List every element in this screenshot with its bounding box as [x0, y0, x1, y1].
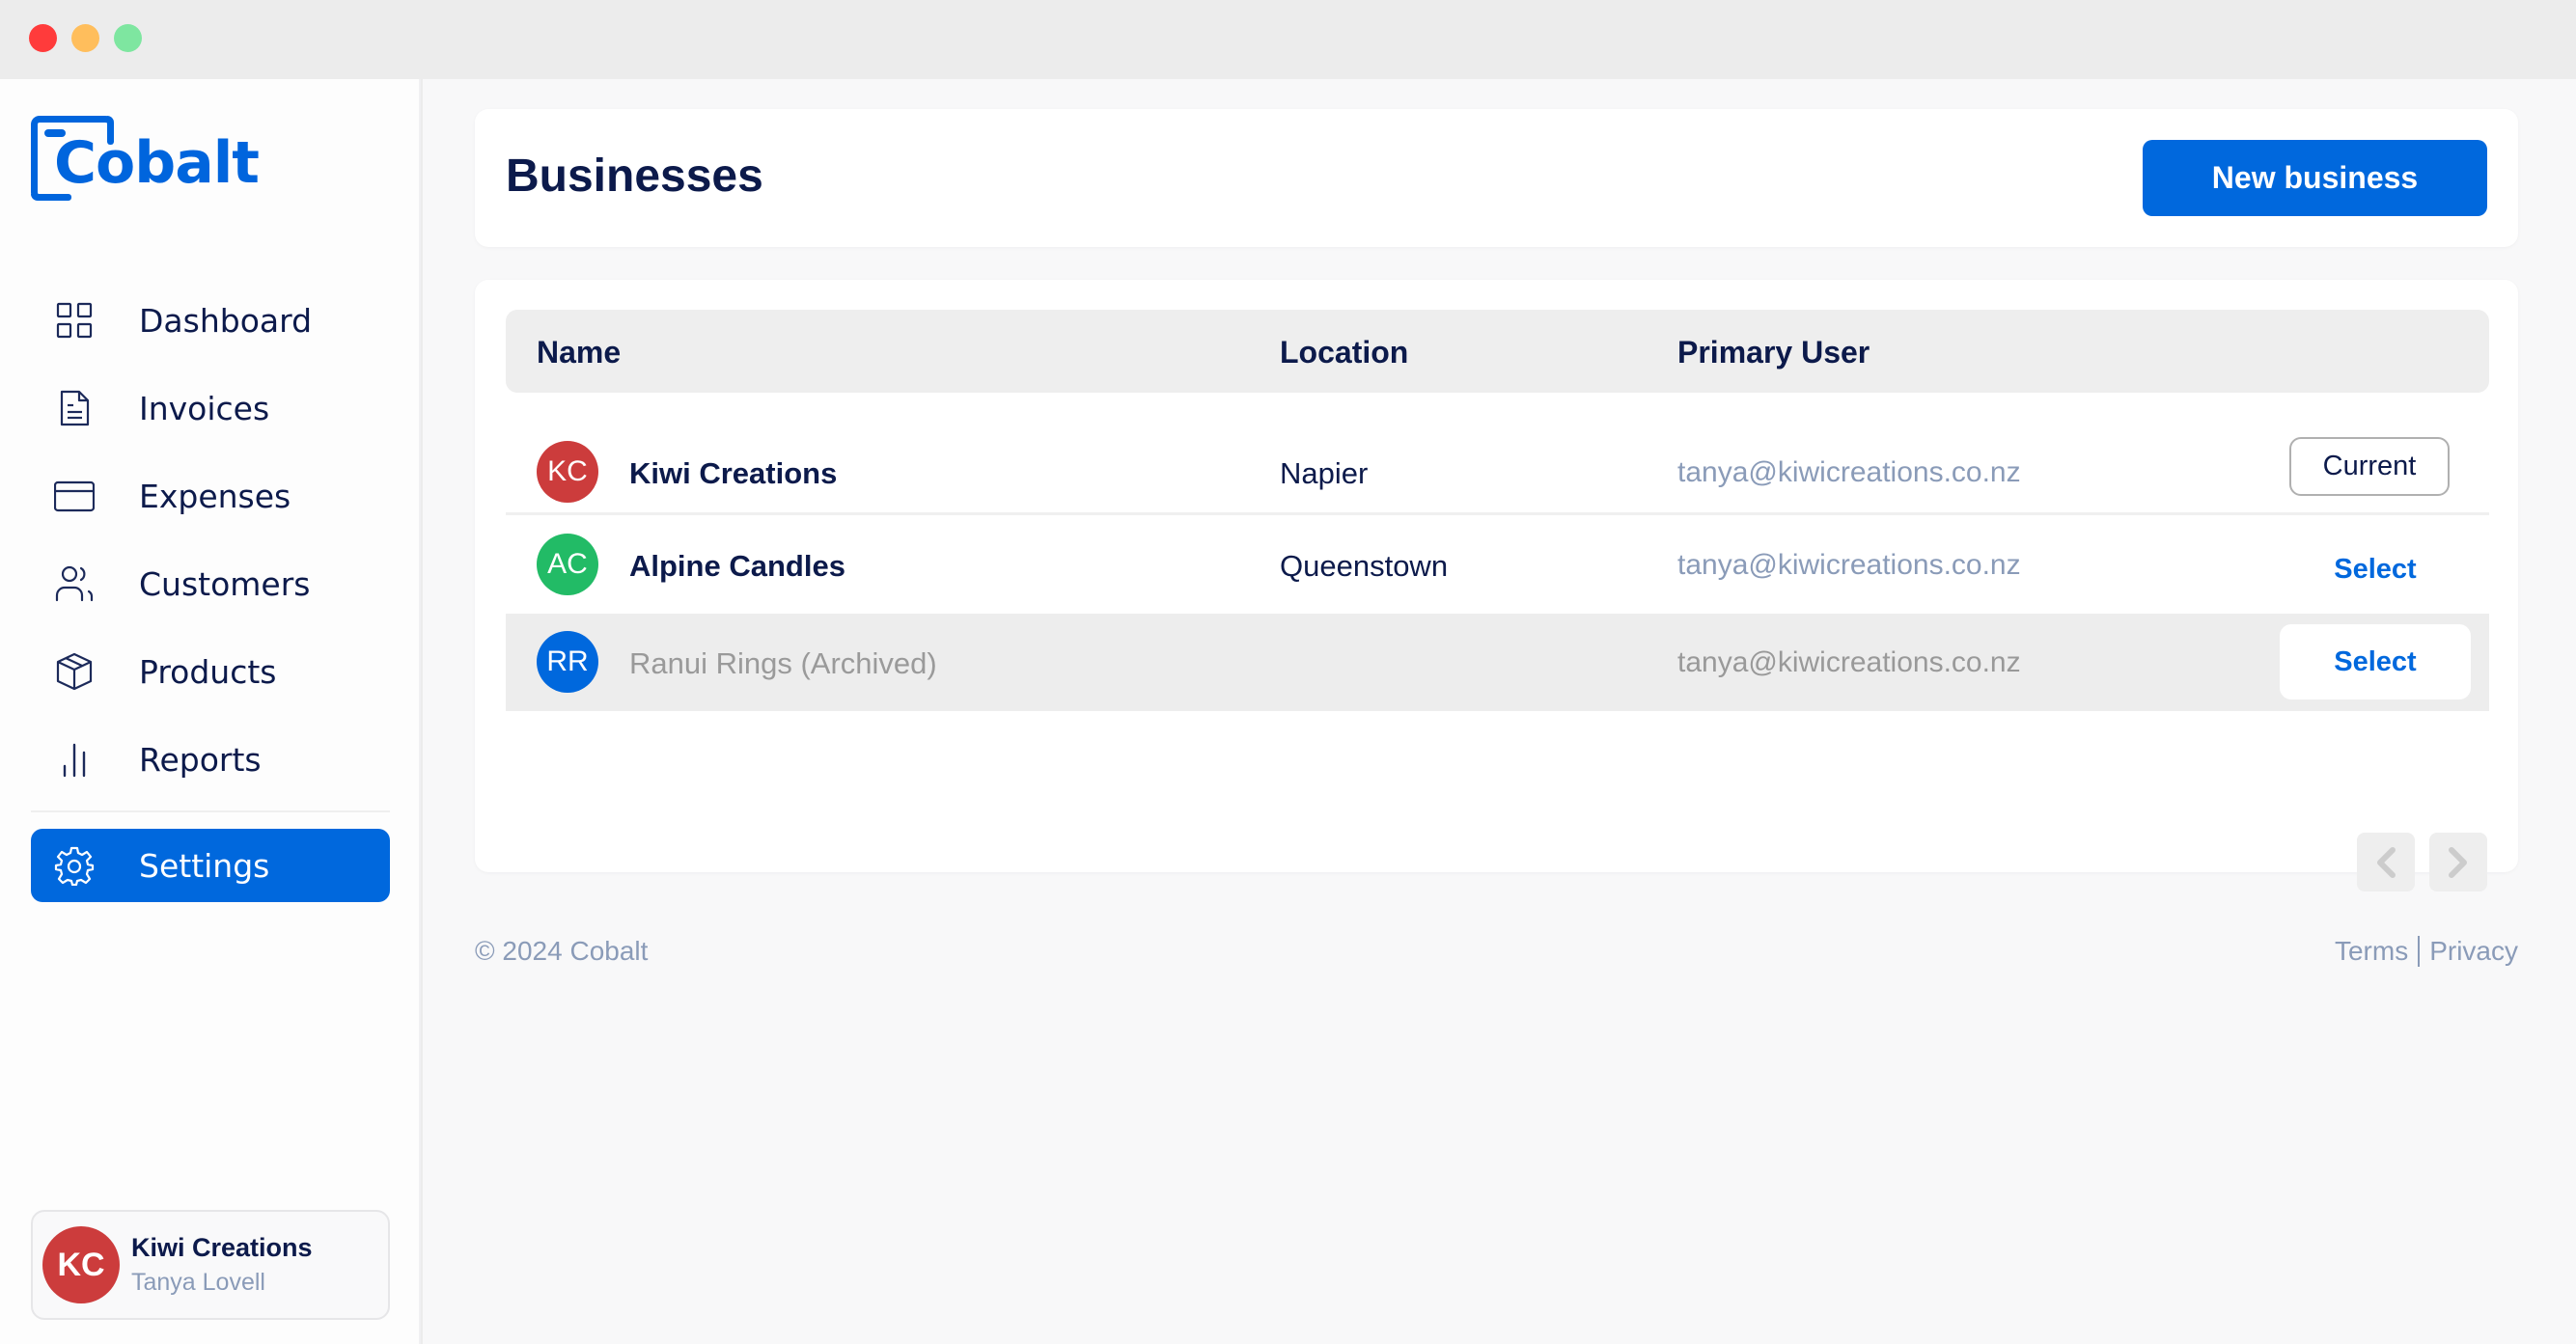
users-icon: [54, 563, 95, 604]
business-name: Kiwi Creations: [629, 456, 838, 490]
close-window-button[interactable]: [29, 24, 57, 52]
business-avatar: RR: [537, 631, 598, 693]
business-avatar: KC: [537, 441, 598, 503]
sidebar-item-label: Dashboard: [139, 301, 313, 340]
sidebar-item-dashboard[interactable]: Dashboard: [31, 284, 390, 357]
sidebar-item-label: Settings: [139, 846, 270, 885]
document-icon: [54, 388, 95, 428]
sidebar-divider: [31, 810, 390, 812]
sidebar: Cobalt Dashboard Invoices Expenses Custo…: [0, 79, 421, 1344]
footer-links: Terms Privacy: [2335, 936, 2518, 967]
gear-icon: [54, 845, 95, 886]
grid-icon: [54, 300, 95, 341]
business-location: Napier: [1280, 456, 1369, 490]
sidebar-item-label: Customers: [139, 564, 311, 603]
maximize-window-button[interactable]: [114, 24, 142, 52]
table-row: AC Alpine Candles Queenstown tanya@kiwic…: [506, 516, 2489, 614]
business-name: Alpine Candles: [629, 549, 845, 583]
box-icon: [54, 651, 95, 692]
account-info: Kiwi Creations Tanya Lovell: [131, 1233, 313, 1297]
new-business-button[interactable]: New business: [2143, 140, 2487, 216]
chevron-left-icon: [2377, 846, 2396, 878]
column-header-name: Name: [537, 335, 622, 370]
sidebar-item-settings[interactable]: Settings: [31, 829, 390, 902]
main-content: Businesses New business Name Location Pr…: [423, 79, 2576, 1344]
sidebar-item-reports[interactable]: Reports: [31, 723, 390, 796]
sidebar-item-label: Expenses: [139, 477, 291, 515]
primary-user-email: tanya@kiwicreations.co.nz: [1677, 456, 2021, 488]
sidebar-item-products[interactable]: Products: [31, 635, 390, 708]
sidebar-item-customers[interactable]: Customers: [31, 547, 390, 620]
chevron-right-icon: [2449, 846, 2467, 878]
logo-text: Cobalt: [54, 129, 260, 197]
sidebar-item-label: Products: [139, 652, 277, 691]
select-business-button[interactable]: Select: [2280, 624, 2471, 699]
pagination: [2357, 833, 2487, 891]
account-switcher[interactable]: KC Kiwi Creations Tanya Lovell: [31, 1210, 390, 1320]
sidebar-item-label: Reports: [139, 740, 262, 779]
column-header-location: Location: [1280, 335, 1409, 370]
terms-link[interactable]: Terms: [2335, 936, 2408, 967]
previous-page-button[interactable]: [2357, 833, 2415, 891]
sidebar-item-expenses[interactable]: Expenses: [31, 459, 390, 533]
account-business-name: Kiwi Creations: [131, 1233, 313, 1262]
table-header: Name Location Primary User: [506, 310, 2489, 393]
window-titlebar: [0, 0, 2576, 79]
avatar: KC: [42, 1226, 120, 1303]
column-header-primary-user: Primary User: [1677, 335, 1870, 370]
business-location: Queenstown: [1280, 549, 1449, 583]
privacy-link[interactable]: Privacy: [2429, 936, 2518, 967]
businesses-table: Name Location Primary User KC Kiwi Creat…: [475, 280, 2518, 891]
footer-separator: [2418, 936, 2421, 967]
minimize-window-button[interactable]: [71, 24, 99, 52]
page-header: Businesses New business: [475, 109, 2518, 247]
credit-card-icon: [54, 476, 95, 516]
copyright: © 2024 Cobalt: [475, 936, 649, 966]
next-page-button[interactable]: [2429, 833, 2487, 891]
bar-chart-icon: [54, 739, 95, 780]
cobalt-logo[interactable]: Cobalt: [31, 116, 260, 203]
sidebar-item-invoices[interactable]: Invoices: [31, 371, 390, 445]
primary-user-email: tanya@kiwicreations.co.nz: [1677, 646, 2021, 678]
current-business-button[interactable]: Current: [2289, 437, 2450, 496]
table-row: RR Ranui Rings (Archived) tanya@kiwicrea…: [506, 614, 2489, 711]
business-name: Ranui Rings (Archived): [629, 646, 937, 680]
select-business-button[interactable]: Select: [2280, 532, 2471, 607]
page-title: Businesses: [506, 151, 763, 202]
table-row: KC Kiwi Creations Napier tanya@kiwicreat…: [506, 418, 2489, 515]
sidebar-item-label: Invoices: [139, 389, 270, 427]
sidebar-nav: Dashboard Invoices Expenses Customers Pr…: [31, 284, 390, 917]
business-avatar: AC: [537, 534, 598, 595]
primary-user-email: tanya@kiwicreations.co.nz: [1677, 549, 2021, 581]
account-user-name: Tanya Lovell: [131, 1269, 265, 1296]
